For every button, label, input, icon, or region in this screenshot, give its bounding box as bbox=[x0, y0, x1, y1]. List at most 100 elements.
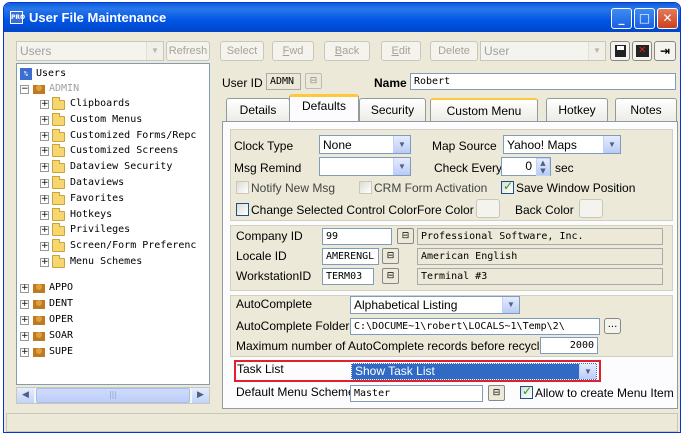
default-menu-label: Default Menu Scheme bbox=[236, 385, 355, 399]
tree-admin-label: ADMIN bbox=[49, 83, 80, 94]
horizontal-scrollbar[interactable]: ◀ ||| ▶ bbox=[16, 387, 210, 404]
close-button[interactable]: ✕ bbox=[657, 8, 678, 29]
expand-icon[interactable]: + bbox=[20, 284, 29, 293]
browse-button[interactable]: ... bbox=[604, 318, 621, 334]
expand-icon[interactable]: + bbox=[20, 300, 29, 309]
delete-button[interactable]: Delete bbox=[430, 41, 478, 61]
tree-node-admin[interactable]: − ADMIN bbox=[20, 82, 170, 96]
lookup-icon[interactable]: ⊟ bbox=[305, 73, 322, 89]
task-list-highlight bbox=[234, 360, 601, 382]
user-icon bbox=[33, 332, 45, 341]
tree-view[interactable]: % Users − ADMIN + Clipboards + Custom Menus… bbox=[16, 63, 210, 385]
tab-security[interactable]: Security bbox=[359, 98, 426, 122]
name-field[interactable]: Robert bbox=[410, 73, 676, 90]
userid-label: User ID bbox=[222, 76, 263, 90]
clock-type-select[interactable]: None ▼ bbox=[319, 135, 411, 154]
workstation-id-field[interactable]: TERM03 bbox=[322, 268, 374, 285]
expand-icon[interactable]: + bbox=[40, 242, 49, 252]
expand-icon[interactable]: + bbox=[40, 194, 49, 204]
select-button[interactable]: Select bbox=[220, 41, 264, 61]
map-source-select[interactable]: Yahoo! Maps ▼ bbox=[503, 135, 621, 154]
locale-lookup-icon[interactable]: ⊟ bbox=[382, 248, 399, 264]
tab-custom-menu[interactable]: Custom Menu bbox=[430, 98, 538, 122]
spinner-icon[interactable]: ▲ ▼ bbox=[536, 158, 550, 176]
scroll-thumb[interactable]: ||| bbox=[36, 388, 190, 403]
company-lookup-icon[interactable]: ⊟ bbox=[397, 228, 414, 244]
expand-icon[interactable]: + bbox=[40, 163, 49, 173]
autocomplete-folder-field[interactable]: C:\DOCUME~1\robert\LOCALS~1\Temp\2\ bbox=[350, 318, 600, 335]
autocomplete-select[interactable]: Alphabetical Listing ▼ bbox=[350, 296, 520, 314]
expand-icon[interactable]: + bbox=[20, 348, 29, 357]
expand-icon[interactable]: + bbox=[20, 316, 29, 325]
locale-id-field[interactable]: AMERENGL bbox=[322, 248, 379, 265]
notify-new-msg-checkbox[interactable] bbox=[236, 181, 249, 194]
chevron-down-icon[interactable]: ▼ bbox=[393, 158, 410, 175]
tree-node-label: Customized Forms/Repc bbox=[70, 129, 197, 141]
map-source-value: Yahoo! Maps bbox=[507, 138, 577, 152]
expand-icon[interactable]: + bbox=[40, 131, 49, 141]
clock-type-value: None bbox=[323, 138, 352, 152]
tab-details[interactable]: Details bbox=[226, 98, 290, 122]
tab-notes[interactable]: Notes bbox=[615, 98, 677, 122]
folder-icon bbox=[52, 223, 65, 237]
scroll-right-icon[interactable]: ▶ bbox=[192, 388, 209, 403]
refresh-button[interactable]: Refresh bbox=[166, 41, 210, 61]
fore-color-button[interactable] bbox=[476, 199, 500, 218]
delete-record-icon[interactable]: ✕ bbox=[632, 41, 652, 61]
expand-icon[interactable]: + bbox=[40, 179, 49, 188]
back-button[interactable]: Back bbox=[324, 41, 370, 61]
edit-label: dit bbox=[398, 45, 411, 57]
collapse-icon[interactable]: − bbox=[20, 85, 29, 94]
workstation-lookup-icon[interactable]: ⊟ bbox=[382, 268, 399, 284]
chevron-down-icon[interactable]: ▼ bbox=[146, 42, 163, 60]
expand-icon[interactable]: + bbox=[40, 100, 49, 109]
save-window-position-checkbox[interactable] bbox=[501, 179, 514, 194]
tree-node-label: Dataview Security bbox=[70, 161, 173, 173]
tree-node-label: DENT bbox=[49, 298, 74, 309]
max-records-field[interactable]: 2000 bbox=[540, 337, 598, 354]
map-source-label: Map Source bbox=[432, 139, 497, 153]
change-color-checkbox[interactable] bbox=[236, 203, 249, 216]
tab-hotkey[interactable]: Hotkey bbox=[546, 98, 608, 122]
tree-node-label: Screen/Form Preferenc bbox=[70, 240, 197, 252]
chevron-down-icon[interactable]: ▼ bbox=[603, 136, 620, 153]
menu-lookup-icon[interactable]: ⊟ bbox=[488, 385, 505, 401]
users-combo[interactable]: Users ▼ bbox=[16, 41, 164, 61]
company-id-field[interactable]: 99 bbox=[322, 228, 392, 245]
workstation-name-field: Terminal #3 bbox=[417, 268, 663, 285]
allow-menu-item-checkbox[interactable] bbox=[520, 384, 533, 399]
expand-icon[interactable]: + bbox=[40, 258, 49, 267]
tree-node-label: Custom Menus bbox=[70, 113, 143, 125]
maximize-button[interactable]: □ bbox=[634, 8, 655, 29]
user-combo[interactable]: User ▼ bbox=[480, 41, 606, 61]
chevron-down-icon[interactable]: ▼ bbox=[393, 136, 410, 153]
app-icon: PRO bbox=[10, 11, 25, 24]
expand-icon[interactable]: + bbox=[40, 210, 49, 220]
edit-button[interactable]: Edit bbox=[381, 41, 421, 61]
userid-field[interactable]: ADMN bbox=[266, 73, 301, 90]
crm-form-activation-checkbox[interactable] bbox=[359, 181, 372, 194]
tab-defaults[interactable]: Defaults bbox=[289, 94, 359, 121]
autocomplete-label: AutoComplete bbox=[236, 297, 313, 311]
chevron-down-icon[interactable]: ▼ bbox=[502, 297, 519, 313]
notify-new-msg-label: Notify New Msg bbox=[251, 181, 336, 195]
msg-remind-select[interactable]: ▼ bbox=[319, 157, 411, 176]
fwd-button[interactable]: Fwd bbox=[272, 41, 314, 61]
minimize-button[interactable]: _ bbox=[611, 8, 632, 29]
back-color-button[interactable] bbox=[579, 199, 603, 218]
folder-icon bbox=[52, 191, 65, 205]
expand-icon[interactable]: + bbox=[40, 226, 49, 236]
back-color-label: Back Color bbox=[515, 203, 574, 217]
locale-name-field: American English bbox=[417, 248, 663, 265]
expand-icon[interactable]: + bbox=[40, 115, 49, 125]
scroll-left-icon[interactable]: ◀ bbox=[17, 388, 34, 403]
expand-icon[interactable]: + bbox=[20, 332, 29, 341]
user-icon bbox=[33, 85, 45, 94]
chevron-down-icon[interactable]: ▼ bbox=[588, 42, 605, 60]
folder-icon bbox=[52, 255, 65, 268]
tree-node-label: Privileges bbox=[70, 224, 131, 236]
default-menu-field[interactable]: Master bbox=[350, 385, 483, 402]
expand-icon[interactable]: + bbox=[40, 147, 49, 157]
exit-icon[interactable]: ⇥ bbox=[654, 41, 676, 61]
save-icon[interactable] bbox=[610, 41, 630, 61]
